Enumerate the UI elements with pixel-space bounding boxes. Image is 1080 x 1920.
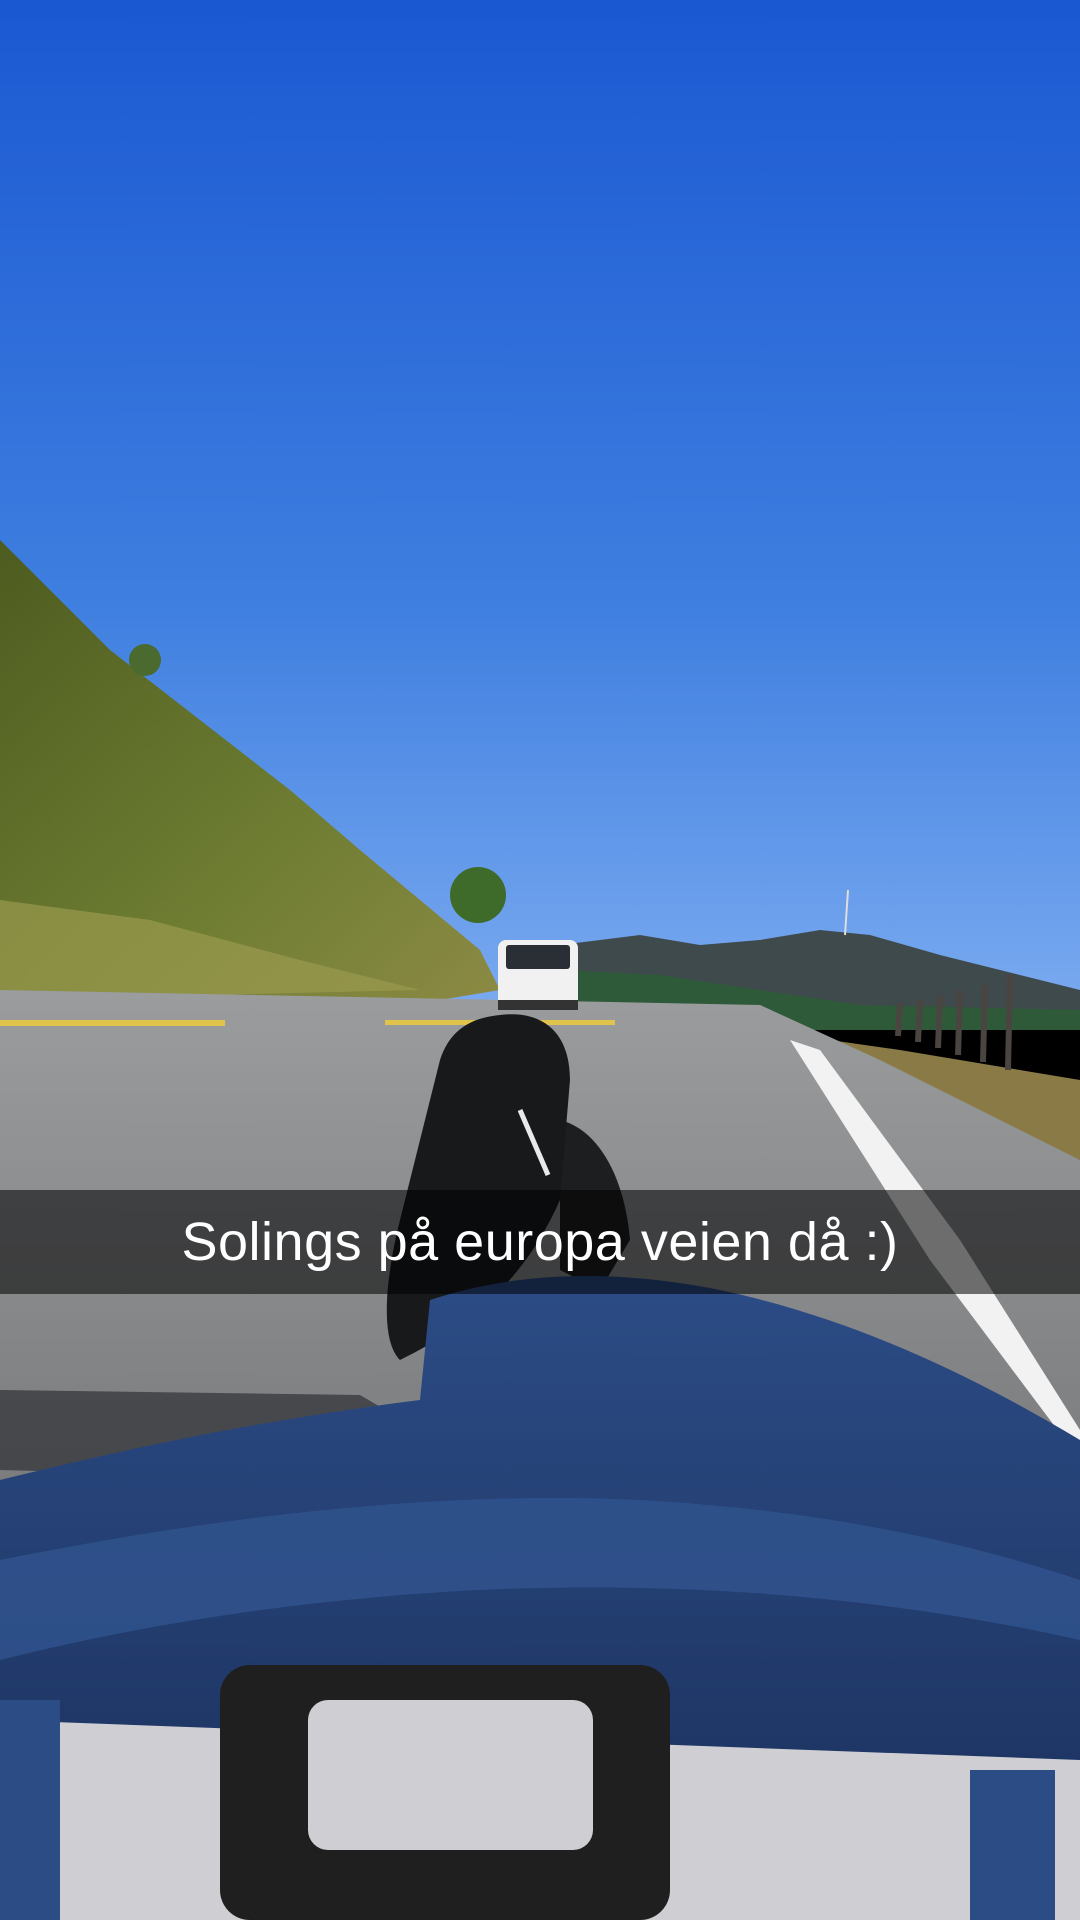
snap-photo: Solings på europa veien då :) — [0, 0, 1080, 1920]
white-van — [498, 940, 578, 1010]
tree — [450, 867, 506, 923]
center-line-left — [0, 1020, 225, 1026]
tree-small — [129, 644, 161, 676]
belt-loop-left — [0, 1700, 60, 1920]
caption-bar: Solings på europa veien då :) — [0, 1190, 1080, 1294]
caption-text: Solings på europa veien då :) — [181, 1212, 899, 1272]
belt-buckle-inner — [308, 1700, 593, 1850]
scene-illustration — [0, 0, 1080, 1920]
belt-loop-right — [970, 1770, 1055, 1920]
